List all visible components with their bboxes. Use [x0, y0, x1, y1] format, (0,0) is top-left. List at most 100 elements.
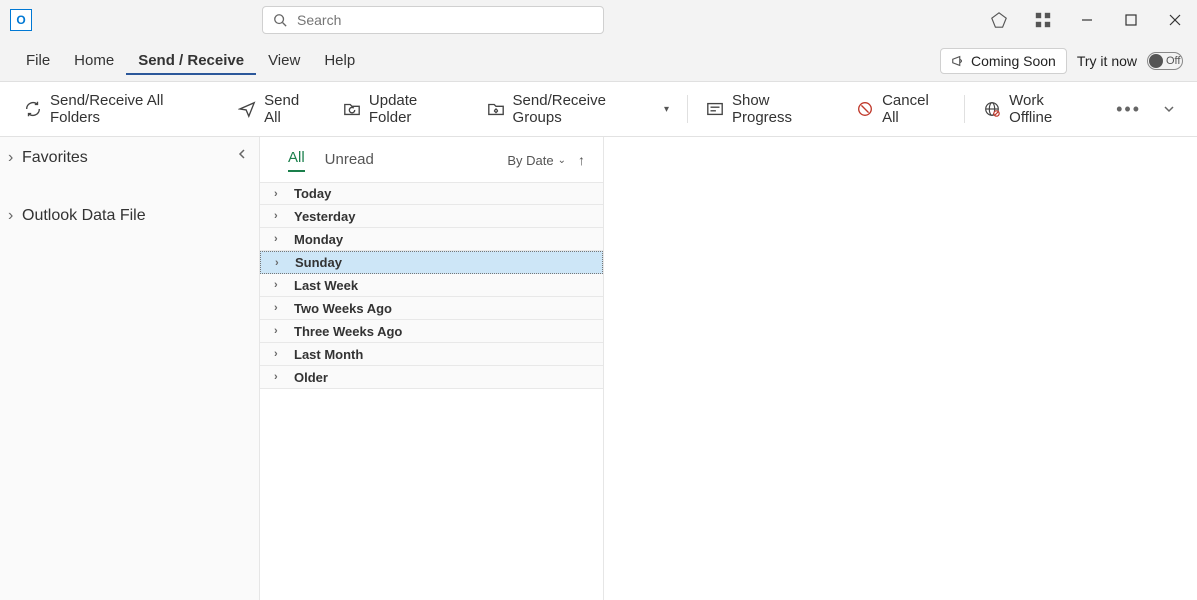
- chevron-down-icon: [1163, 103, 1175, 115]
- search-input[interactable]: [297, 12, 593, 28]
- maximize-icon: [1123, 12, 1139, 28]
- chevron-right-icon: ›: [8, 207, 18, 225]
- chevron-right-icon: ›: [274, 188, 284, 200]
- tab-all[interactable]: All: [288, 149, 305, 172]
- message-list-pane: All Unread By Date ⌄ ↑ ›Today›Yesterday›…: [260, 137, 604, 600]
- update-folder-label: Update Folder: [369, 92, 461, 126]
- group-row[interactable]: ›Today: [260, 182, 603, 205]
- group-row[interactable]: ›Older: [260, 366, 603, 389]
- nav-data-file-label: Outlook Data File: [22, 207, 146, 225]
- toggle-state-label: Off: [1166, 55, 1180, 67]
- close-icon: [1167, 12, 1183, 28]
- megaphone-icon: [951, 54, 965, 68]
- send-receive-groups-button[interactable]: Send/Receive Groups ▾: [475, 86, 681, 132]
- chevron-right-icon: ›: [274, 279, 284, 291]
- globe-offline-icon: [983, 100, 1001, 118]
- chevron-right-icon: ›: [274, 233, 284, 245]
- refresh-icon: [24, 100, 42, 118]
- menu-home[interactable]: Home: [62, 46, 126, 75]
- nav-favorites-label: Favorites: [22, 149, 88, 167]
- nav-collapse-button[interactable]: [233, 145, 251, 163]
- chevron-right-icon: ›: [275, 257, 285, 269]
- ribbon-collapse-button[interactable]: [1153, 97, 1185, 121]
- message-groups: ›Today›Yesterday›Monday›Sunday›Last Week…: [260, 182, 603, 389]
- ellipsis-icon: •••: [1116, 99, 1141, 119]
- chevron-right-icon: ›: [274, 348, 284, 360]
- title-bar: O: [0, 0, 1197, 40]
- group-row[interactable]: › Two Weeks Ago: [260, 297, 603, 320]
- work-offline-button[interactable]: Work Offline: [971, 86, 1100, 132]
- menu-bar: File Home Send / Receive View Help Comin…: [0, 40, 1197, 82]
- nav-outlook-data-file[interactable]: › Outlook Data File: [0, 195, 259, 235]
- try-it-now-label: Try it now: [1077, 53, 1137, 69]
- minimize-button[interactable]: [1065, 0, 1109, 40]
- group-label: Sunday: [295, 255, 342, 270]
- group-label: Two Weeks Ago: [294, 301, 392, 316]
- progress-icon: [706, 100, 724, 118]
- list-header: All Unread By Date ⌄ ↑: [260, 137, 603, 178]
- menu-help[interactable]: Help: [312, 46, 367, 75]
- group-label: Three Weeks Ago: [294, 324, 402, 339]
- search-icon: [273, 13, 287, 27]
- group-row[interactable]: › Three Weeks Ago: [260, 320, 603, 343]
- search-box[interactable]: [262, 6, 604, 34]
- ribbon-separator: [687, 95, 688, 123]
- group-label: Yesterday: [294, 209, 355, 224]
- title-controls: [977, 0, 1197, 40]
- chevron-right-icon: ›: [274, 210, 284, 222]
- ribbon: Send/Receive All Folders Send All Update…: [0, 82, 1197, 137]
- menu-right: Coming Soon Try it now Off: [940, 48, 1183, 74]
- folder-sync-icon: [487, 100, 505, 118]
- premium-button[interactable]: [977, 0, 1021, 40]
- maximize-button[interactable]: [1109, 0, 1153, 40]
- cancel-icon: [856, 100, 874, 118]
- navigation-pane: › Favorites › Outlook Data File: [0, 137, 260, 600]
- sort-by-date-button[interactable]: By Date ⌄: [507, 153, 566, 168]
- group-label: Older: [294, 370, 328, 385]
- qr-button[interactable]: [1021, 0, 1065, 40]
- send-all-button[interactable]: Send All: [226, 86, 329, 132]
- menu-file[interactable]: File: [14, 46, 62, 75]
- premium-icon: [990, 11, 1008, 29]
- chevron-right-icon: ›: [274, 302, 284, 314]
- group-label: Last Week: [294, 278, 358, 293]
- ribbon-overflow-button[interactable]: •••: [1106, 93, 1151, 126]
- group-label: Last Month: [294, 347, 363, 362]
- sort-label: By Date: [507, 153, 553, 168]
- menu-view[interactable]: View: [256, 46, 312, 75]
- ribbon-separator: [964, 95, 965, 123]
- toggle-knob: [1149, 54, 1163, 68]
- coming-soon-button[interactable]: Coming Soon: [940, 48, 1067, 74]
- group-label: Monday: [294, 232, 343, 247]
- group-row[interactable]: › Yesterday: [260, 205, 603, 228]
- sort-direction-button[interactable]: ↑: [578, 152, 585, 168]
- send-receive-groups-label: Send/Receive Groups: [513, 92, 654, 126]
- group-row[interactable]: › Monday: [260, 228, 603, 251]
- folder-refresh-icon: [343, 100, 361, 118]
- cancel-all-label: Cancel All: [882, 92, 946, 126]
- list-sort-controls: By Date ⌄ ↑: [507, 152, 585, 172]
- group-row[interactable]: › Last Month: [260, 343, 603, 366]
- cancel-all-button[interactable]: Cancel All: [844, 86, 958, 132]
- chevron-right-icon: ›: [274, 325, 284, 337]
- nav-favorites[interactable]: › Favorites: [0, 137, 259, 177]
- toggle-pill: Off: [1147, 52, 1183, 70]
- coming-soon-toggle[interactable]: Off: [1147, 52, 1183, 70]
- arrow-up-icon: ↑: [578, 152, 585, 168]
- chevron-left-icon: [237, 149, 247, 159]
- chevron-down-icon: ▾: [664, 104, 669, 115]
- tab-unread[interactable]: Unread: [325, 151, 374, 172]
- show-progress-button[interactable]: Show Progress: [694, 86, 842, 132]
- send-receive-all-button[interactable]: Send/Receive All Folders: [12, 86, 224, 132]
- menu-send-receive[interactable]: Send / Receive: [126, 46, 256, 75]
- group-row[interactable]: › Last Week: [260, 274, 603, 297]
- body: › Favorites › Outlook Data File All Unre…: [0, 137, 1197, 600]
- minimize-icon: [1079, 12, 1095, 28]
- group-row[interactable]: › Sunday: [260, 251, 603, 274]
- send-icon: [238, 100, 256, 118]
- show-progress-label: Show Progress: [732, 92, 830, 126]
- chevron-right-icon: ›: [8, 149, 18, 167]
- close-button[interactable]: [1153, 0, 1197, 40]
- coming-soon-label: Coming Soon: [971, 53, 1056, 69]
- update-folder-button[interactable]: Update Folder: [331, 86, 473, 132]
